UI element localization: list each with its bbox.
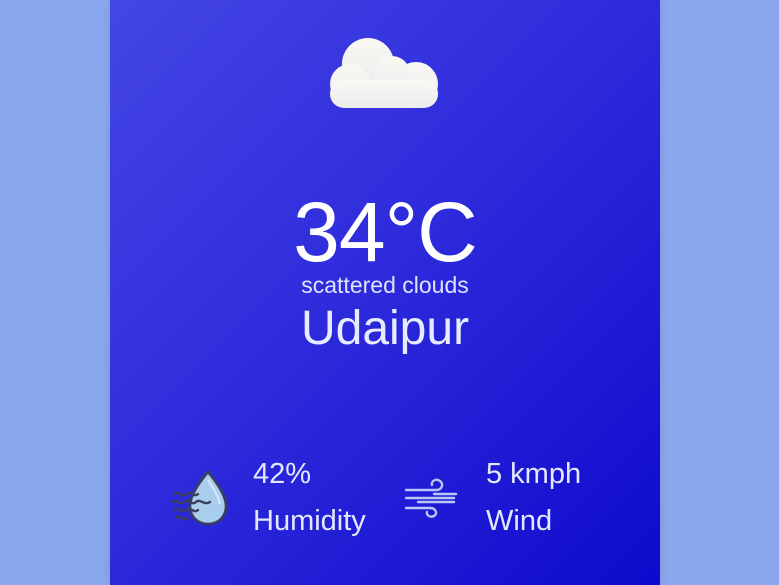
humidity-drop-icon (170, 468, 230, 533)
weather-card: 34°C scattered clouds Udaipur 42% Humidi… (110, 0, 660, 585)
cloud-icon (328, 34, 444, 110)
humidity-value: 42% (253, 458, 312, 490)
wind-label: Wind (486, 505, 553, 537)
wind-icon (404, 478, 462, 523)
temperature: 34°C (293, 185, 478, 279)
humidity-label: Humidity (253, 505, 366, 537)
weather-description: scattered clouds (301, 272, 469, 298)
wind-value: 5 kmph (486, 458, 582, 490)
city-name: Udaipur (300, 302, 470, 355)
